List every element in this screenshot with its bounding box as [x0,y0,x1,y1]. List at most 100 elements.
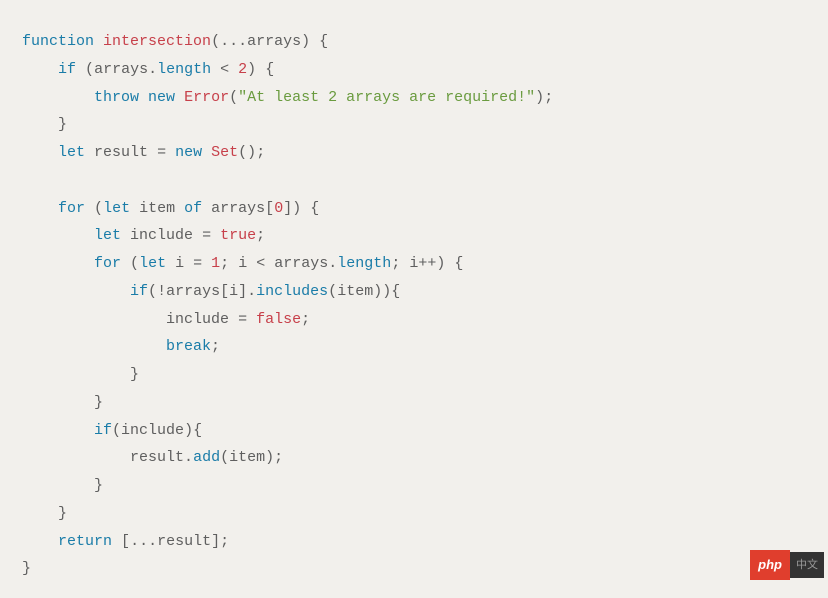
watermark-php: php [750,550,790,580]
bool-false: false [256,311,301,328]
bracket-open: [ [220,283,229,300]
bracket-close: ] [238,283,247,300]
keyword-throw: throw [94,89,139,106]
brace-close: } [58,505,67,522]
semicolon: ; [220,255,229,272]
bool-true: true [220,227,256,244]
num-1: 1 [211,255,220,272]
brace-close: } [130,366,139,383]
paren-close: ) [265,449,274,466]
semicolon: ; [301,311,310,328]
var-include: include [166,311,229,328]
brace-open: { [310,200,319,217]
op-eq: = [202,227,211,244]
brace-open: { [193,422,202,439]
code-block: function intersection(...arrays) { if (a… [22,28,806,583]
semicolon: ; [544,89,553,106]
var-include: include [121,422,184,439]
paren-close: ) [301,33,310,50]
bracket-open: [ [265,200,274,217]
var-item: item [139,200,175,217]
keyword-if: if [94,422,112,439]
paren-close: ) [436,255,445,272]
paren-open: ( [238,144,247,161]
paren-close: ) [247,144,256,161]
semicolon: ; [256,227,265,244]
num-2: 2 [238,61,247,78]
keyword-return: return [58,533,112,550]
brace-open: { [319,33,328,50]
prop-length: length [157,61,211,78]
method-add: add [193,449,220,466]
var-i: i [175,255,184,272]
keyword-of: of [184,200,202,217]
dot: . [184,449,193,466]
paren-open: ( [112,422,121,439]
keyword-let: let [139,255,166,272]
watermark: php 中文 [750,550,824,580]
paren-open: ( [328,283,337,300]
op-lt: < [256,255,265,272]
op-eq: = [238,311,247,328]
paren-open: ( [211,33,220,50]
var-item: item [337,283,373,300]
keyword-new: new [175,144,202,161]
function-name: intersection [103,33,211,50]
dot: . [247,283,256,300]
brace-open: { [454,255,463,272]
op-inc: ++ [418,255,436,272]
var-item: item [229,449,265,466]
var-result: result [130,449,184,466]
paren-close: ) [292,200,301,217]
paren-close: ) [247,61,256,78]
keyword-let: let [58,144,85,161]
prop-length: length [337,255,391,272]
dot: . [148,61,157,78]
keyword-if: if [130,283,148,300]
paren-close: ) [535,89,544,106]
op-lt: < [220,61,229,78]
brace-close: } [22,560,31,577]
semicolon: ; [274,449,283,466]
var-i: i [238,255,247,272]
var-i: i [229,283,238,300]
keyword-let: let [103,200,130,217]
var-arrays: arrays [94,61,148,78]
spread-operator: ... [130,533,157,550]
brace-close: } [58,116,67,133]
op-eq: = [157,144,166,161]
op-eq: = [193,255,202,272]
num-0: 0 [274,200,283,217]
brace-open: { [391,283,400,300]
semicolon: ; [256,144,265,161]
var-result: result [94,144,148,161]
var-i: i [409,255,418,272]
paren-open: ( [94,200,103,217]
brace-open: { [265,61,274,78]
paren-open: ( [85,61,94,78]
spread-operator: ... [220,33,247,50]
paren-close: ) [184,422,193,439]
keyword-if: if [58,61,76,78]
param-arrays: arrays [247,33,301,50]
dot: . [328,255,337,272]
paren-close: ) [382,283,391,300]
keyword-let: let [94,227,121,244]
semicolon: ; [220,533,229,550]
semicolon: ; [391,255,400,272]
semicolon: ; [211,338,220,355]
brace-close: } [94,394,103,411]
var-result: result [157,533,211,550]
bracket-close: ] [211,533,220,550]
var-include: include [130,227,193,244]
paren-open: ( [148,283,157,300]
method-includes: includes [256,283,328,300]
var-arrays: arrays [274,255,328,272]
bracket-close: ] [283,200,292,217]
class-error: Error [184,89,229,106]
op-not: ! [157,283,166,300]
var-arrays: arrays [211,200,265,217]
string-error: "At least 2 arrays are required!" [238,89,535,106]
brace-close: } [94,477,103,494]
bracket-open: [ [121,533,130,550]
